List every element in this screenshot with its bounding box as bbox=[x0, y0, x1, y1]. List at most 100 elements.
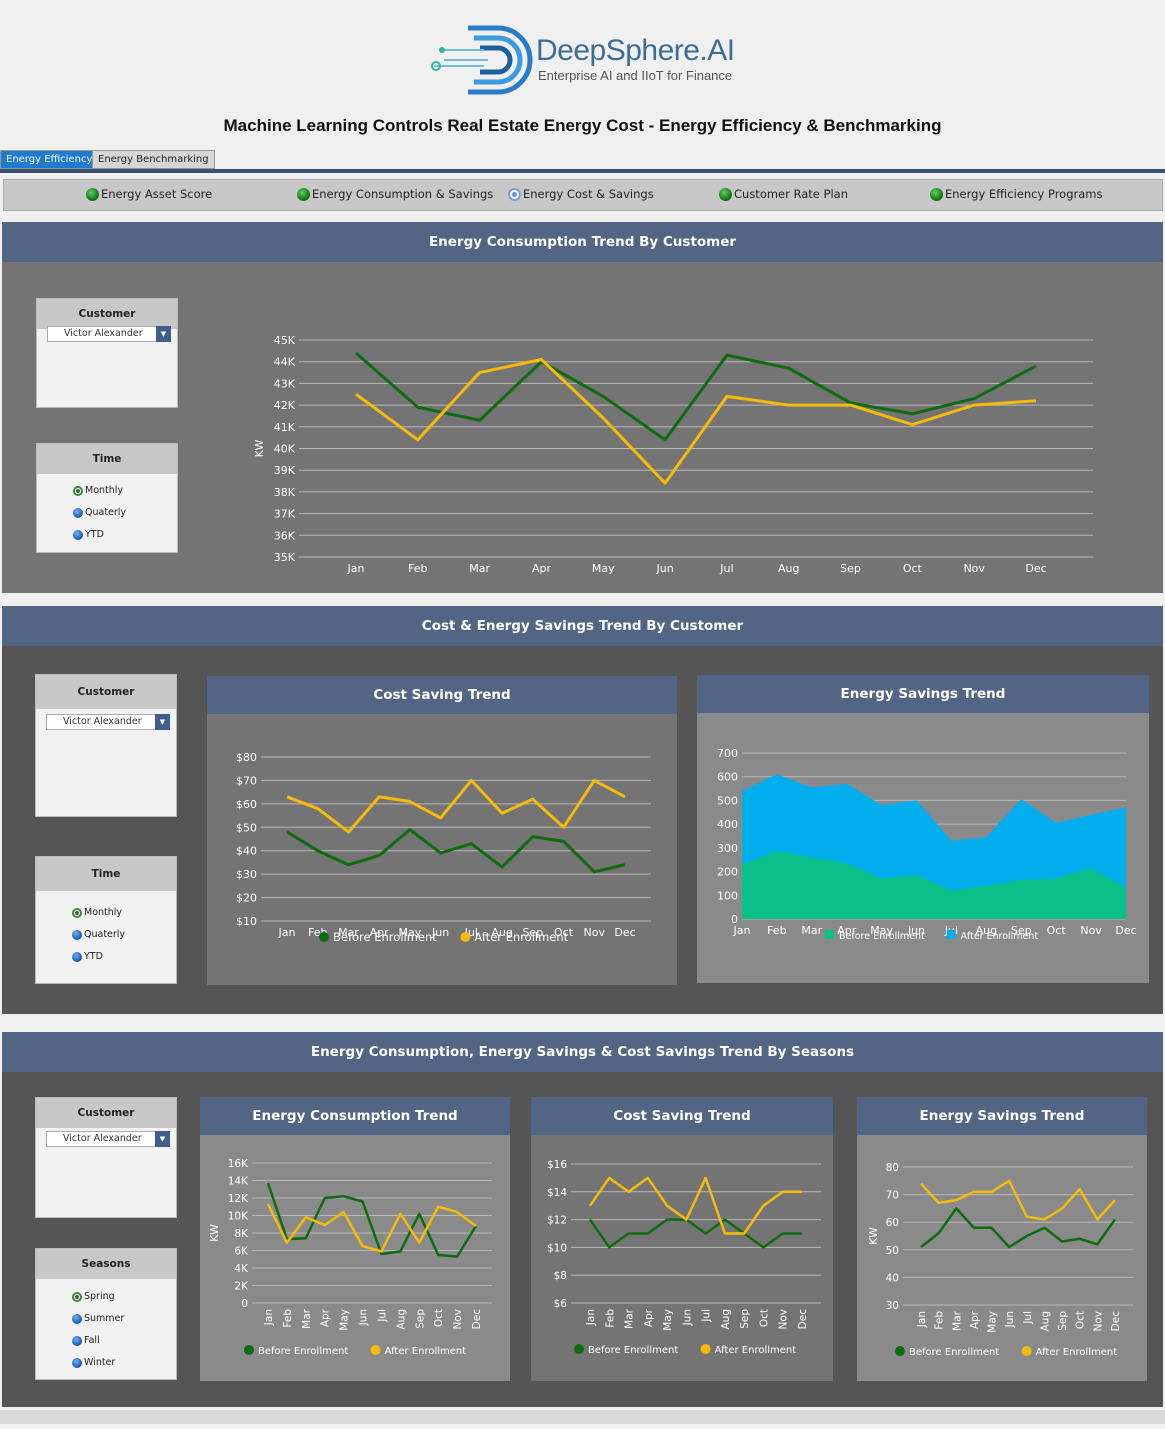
radio-monthly[interactable]: Monthly bbox=[73, 485, 123, 496]
radio-label: Fall bbox=[84, 1335, 100, 1346]
x-tick-label: Sep bbox=[739, 1309, 751, 1329]
nav-label: Energy Cost & Savings bbox=[523, 187, 654, 201]
x-tick-label: Jan bbox=[347, 562, 365, 575]
y-tick-label: 44K bbox=[274, 356, 296, 369]
logo-mark-icon bbox=[431, 25, 533, 95]
y-tick-label: 12K bbox=[228, 1193, 249, 1205]
legend-swatch-icon bbox=[460, 932, 471, 942]
legend-label: After Enrollment bbox=[474, 930, 568, 944]
green-dot-icon bbox=[930, 187, 943, 201]
radio-selected-icon bbox=[508, 187, 521, 201]
radio-spring[interactable]: Spring bbox=[72, 1291, 115, 1302]
x-tick-label: Jun bbox=[681, 1309, 693, 1326]
y-tick-label: $12 bbox=[547, 1215, 567, 1227]
y-tick-label: 0 bbox=[241, 1298, 248, 1310]
radio-ytd[interactable]: YTD bbox=[72, 951, 103, 962]
x-tick-label: Jun bbox=[358, 1309, 370, 1326]
legend-label: Before Enrollment bbox=[588, 1345, 678, 1356]
x-tick-label: Sep bbox=[414, 1309, 426, 1329]
customer-select[interactable]: Victor Alexander ▼ bbox=[46, 1131, 170, 1147]
y-tick-label: 14K bbox=[228, 1176, 249, 1188]
x-tick-label: Jan bbox=[278, 926, 296, 939]
x-tick-label: Sep bbox=[1057, 1311, 1069, 1331]
season-cost-saving-card: Cost Saving Trend $6 $8 $10 $12 $14 $16 Jan Feb… bbox=[531, 1097, 833, 1381]
y-tick-label: 100 bbox=[717, 889, 738, 902]
customer-select[interactable]: Victor Alexander ▼ bbox=[46, 714, 170, 730]
x-tick-label: Nov bbox=[1092, 1311, 1104, 1332]
chevron-down-icon[interactable]: ▼ bbox=[155, 714, 170, 730]
radio-quaterly[interactable]: Quaterly bbox=[73, 507, 126, 518]
legend-label: Before Enrollment bbox=[258, 1346, 348, 1357]
nav-energy-cost-savings[interactable]: Energy Cost & Savings bbox=[508, 187, 654, 201]
y-tick-label: 600 bbox=[717, 771, 738, 784]
radio-fall[interactable]: Fall bbox=[72, 1335, 100, 1346]
x-tick-label: Apr bbox=[320, 1308, 332, 1327]
card-title: Cost Saving Trend bbox=[531, 1097, 833, 1135]
y-tick-label: 8K bbox=[234, 1228, 249, 1240]
legend-label: After Enrollment bbox=[385, 1346, 467, 1357]
radio-summer[interactable]: Summer bbox=[72, 1313, 124, 1324]
nav-customer-rate-plan[interactable]: Customer Rate Plan bbox=[719, 187, 848, 201]
legend-label: After Enrollment bbox=[961, 931, 1039, 942]
tab-energy-benchmarking[interactable]: Energy Benchmarking bbox=[92, 150, 215, 169]
y-tick-label: 36K bbox=[274, 529, 296, 542]
x-tick-label: May bbox=[592, 562, 615, 575]
legend-label: After Enrollment bbox=[1036, 1347, 1118, 1358]
consumption-trend-chart: 35K 36K 37K 38K 39K 40K 41K 42K 43K 44K 45K Jan Feb M… bbox=[253, 334, 1093, 575]
x-tick-label: Jan bbox=[263, 1309, 275, 1326]
panel-title: Time bbox=[37, 444, 177, 474]
y-tick-label: $10 bbox=[547, 1242, 567, 1254]
x-tick-label: Jan bbox=[733, 924, 751, 937]
section-body: Customer Victor Alexander ▼ Time Monthly… bbox=[2, 646, 1163, 1014]
y-tick-label: 30 bbox=[886, 1300, 899, 1312]
series-line-after bbox=[355, 358, 1037, 485]
x-tick-label: Apr bbox=[532, 562, 552, 575]
panel-title: Customer bbox=[36, 675, 176, 709]
cost-saving-trend-card: Cost Saving Trend $10 $20 $30 $40 $50 $60 $70 $… bbox=[207, 676, 677, 985]
x-tick-label: Feb bbox=[604, 1309, 616, 1328]
cost-saving-trend-chart: $10$20$30$40$50$60$70$80Jan Feb Mar Apr May J… bbox=[236, 751, 651, 944]
legend-swatch-icon bbox=[946, 930, 956, 939]
customer-select-value: Victor Alexander bbox=[63, 1133, 142, 1144]
panel-title: Customer bbox=[37, 299, 177, 329]
y-tick-label: $14 bbox=[547, 1187, 567, 1199]
season-consumption-chart: 0 2K 4K 6K 8K 10K 12K 14K 16K Jan Feb Mar Apr May Jun J… bbox=[208, 1158, 492, 1357]
section-consumption-trend: Energy Consumption Trend By Customer Cus… bbox=[2, 222, 1163, 593]
x-tick-label: Jul bbox=[376, 1309, 388, 1323]
nav-energy-asset-score[interactable]: Energy Asset Score bbox=[86, 187, 212, 201]
y-tick-label: 400 bbox=[717, 818, 738, 831]
y-tick-label: $20 bbox=[236, 892, 257, 905]
radio-label: Summer bbox=[84, 1313, 125, 1324]
x-tick-label: Nov bbox=[963, 562, 985, 575]
section-body: Customer Victor Alexander ▼ Seasons Spri… bbox=[2, 1072, 1163, 1407]
tab-energy-efficiency[interactable]: Energy Efficiency bbox=[0, 150, 99, 169]
panel-title: Customer bbox=[36, 1098, 176, 1128]
y-tick-label: $10 bbox=[236, 915, 257, 928]
radio-quaterly[interactable]: Quaterly bbox=[72, 929, 125, 940]
y-tick-label: 80 bbox=[886, 1162, 899, 1174]
radio-ytd[interactable]: YTD bbox=[73, 529, 104, 540]
series-line-before bbox=[266, 1182, 478, 1258]
radio-label: Monthly bbox=[85, 485, 124, 496]
radio-icon bbox=[72, 1313, 82, 1324]
nav-energy-efficiency-programs[interactable]: Energy Efficiency Programs bbox=[930, 187, 1102, 201]
radio-monthly[interactable]: Monthly bbox=[72, 907, 122, 918]
radio-winter[interactable]: Winter bbox=[72, 1357, 115, 1368]
energy-savings-trend-chart: 0100200300400500600700Jan Feb Mar Apr May Jun… bbox=[717, 747, 1137, 942]
radio-label: Quaterly bbox=[84, 929, 126, 940]
y-tick-label: 60 bbox=[886, 1217, 899, 1229]
y-tick-label: 39K bbox=[274, 464, 296, 477]
legend-label: After Enrollment bbox=[715, 1345, 797, 1356]
x-tick-label: Apr bbox=[969, 1310, 981, 1329]
section-title: Energy Consumption Trend By Customer bbox=[2, 222, 1163, 262]
nav-energy-consumption-savings[interactable]: Energy Consumption & Savings bbox=[297, 187, 493, 201]
customer-select[interactable]: Victor Alexander ▼ bbox=[47, 326, 171, 342]
chevron-down-icon[interactable]: ▼ bbox=[155, 1131, 170, 1147]
y-tick-label: $6 bbox=[554, 1298, 568, 1310]
nav-label: Energy Asset Score bbox=[101, 187, 213, 201]
page-title: Machine Learning Controls Real Estate En… bbox=[223, 116, 942, 135]
chevron-down-icon[interactable]: ▼ bbox=[156, 326, 171, 342]
nav-label: Energy Consumption & Savings bbox=[312, 187, 494, 201]
x-tick-label: Mar bbox=[624, 1308, 636, 1328]
y-tick-label: 38K bbox=[274, 486, 296, 499]
